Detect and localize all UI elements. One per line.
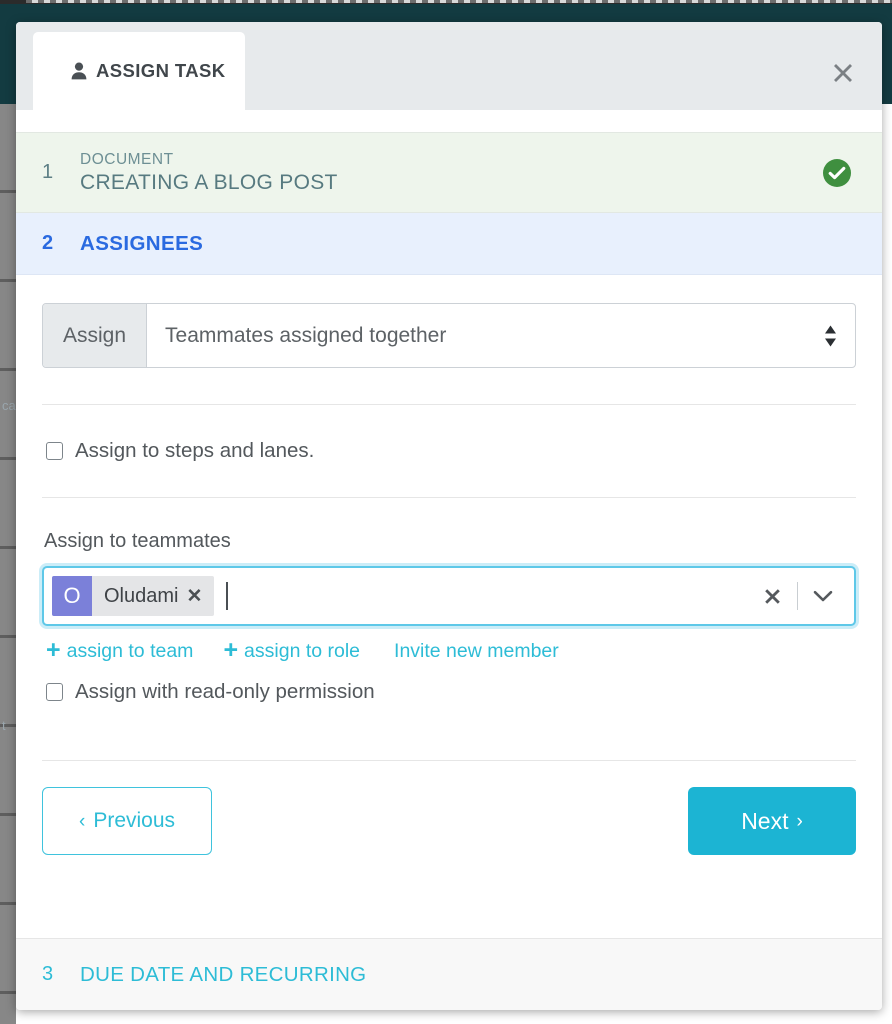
- text-caret: [226, 582, 228, 610]
- token-input-controls: [755, 568, 840, 624]
- previous-button-label: Previous: [93, 809, 176, 832]
- assign-links-row: + assign to team + assign to role Invite…: [42, 636, 856, 664]
- tab-label: ASSIGN TASK: [96, 60, 226, 81]
- divider-below-assign: [42, 404, 856, 405]
- assign-addon-label: Assign: [43, 304, 148, 367]
- wizard-footer: ‹ Previous Next ›: [42, 787, 856, 879]
- steps-lanes-label: Assign to steps and lanes.: [75, 439, 315, 462]
- tab-assign-task[interactable]: ASSIGN TASK: [33, 32, 245, 110]
- close-icon[interactable]: [826, 56, 860, 90]
- checkbox-steps-and-lanes[interactable]: [46, 442, 63, 460]
- readonly-label: Assign with read-only permission: [75, 680, 375, 703]
- step-document-texts: DOCUMENT CREATING A BLOG POST: [80, 151, 338, 195]
- token-remove-x-icon[interactable]: ✕: [184, 585, 214, 608]
- checkbox-read-only-permission[interactable]: [46, 683, 63, 701]
- link-assign-to-role[interactable]: + assign to role: [223, 636, 361, 664]
- step-number-1: 1: [42, 161, 54, 183]
- divider-above-footer: [42, 760, 856, 761]
- modal-header: ASSIGN TASK: [16, 22, 882, 110]
- avatar: O: [52, 576, 92, 616]
- backdrop-left-rail-lines: [0, 104, 16, 1024]
- backdrop-ghost-text-lower: t: [2, 718, 6, 733]
- step-assignees-title: ASSIGNEES: [80, 231, 204, 255]
- person-icon: [71, 62, 87, 80]
- assignees-panel: Assign Teammates assigned together Assig…: [16, 275, 882, 938]
- step-row-due-date[interactable]: 3 DUE DATE AND RECURRING: [16, 938, 882, 1010]
- step-number-3: 3: [42, 963, 54, 985]
- next-button[interactable]: Next ›: [688, 787, 856, 855]
- updown-arrows-icon: [824, 325, 837, 346]
- link-invite-new-member[interactable]: Invite new member: [394, 640, 559, 663]
- chevron-left-icon: ‹: [78, 810, 86, 832]
- teammate-name: Oludami: [104, 584, 179, 607]
- previous-button[interactable]: ‹ Previous: [42, 787, 212, 855]
- link-assign-to-team-label: assign to team: [66, 640, 194, 662]
- step-row-document[interactable]: 1 DOCUMENT CREATING A BLOG POST: [16, 132, 882, 213]
- step-document-title: CREATING A BLOG POST: [80, 170, 338, 194]
- backdrop-dashed-rule: [26, 0, 892, 3]
- header-white-gap: [16, 110, 882, 132]
- chevron-down-icon[interactable]: [806, 579, 840, 613]
- link-invite-new-member-label: Invite new member: [394, 640, 559, 662]
- token-input-separator: [797, 582, 798, 610]
- plus-icon-team: +: [46, 636, 61, 664]
- steps-lanes-checkbox-row[interactable]: Assign to steps and lanes.: [42, 439, 856, 463]
- assign-task-modal: ASSIGN TASK 1 DOCUMENT CREATING A BLOG P…: [16, 22, 882, 1010]
- teammates-field-label: Assign to teammates: [44, 530, 231, 552]
- step-number-2: 2: [42, 232, 54, 254]
- backdrop-ghost-text-upper: ca: [2, 398, 16, 413]
- clear-all-x-icon[interactable]: [755, 579, 789, 613]
- divider-below-steps-lanes: [42, 497, 856, 498]
- chevron-right-icon: ›: [796, 810, 803, 832]
- readonly-checkbox-row[interactable]: Assign with read-only permission: [42, 680, 856, 704]
- check-circle-icon: [822, 158, 852, 188]
- plus-icon-role: +: [223, 636, 239, 664]
- step-document-kicker: DOCUMENT: [80, 150, 174, 168]
- link-assign-to-role-label: assign to role: [244, 640, 361, 662]
- link-assign-to-team[interactable]: + assign to team: [46, 636, 194, 664]
- assign-mode-group: Assign Teammates assigned together: [42, 303, 856, 368]
- step-row-assignees[interactable]: 2 ASSIGNEES: [16, 213, 882, 275]
- assign-mode-select[interactable]: Teammates assigned together: [147, 304, 855, 367]
- next-button-label: Next: [741, 807, 789, 834]
- assign-mode-value: Teammates assigned together: [165, 323, 447, 347]
- teammates-token-input[interactable]: O Oludami ✕: [42, 566, 856, 626]
- step-due-date-title: DUE DATE AND RECURRING: [80, 962, 367, 986]
- teammate-token[interactable]: O Oludami ✕: [52, 576, 215, 616]
